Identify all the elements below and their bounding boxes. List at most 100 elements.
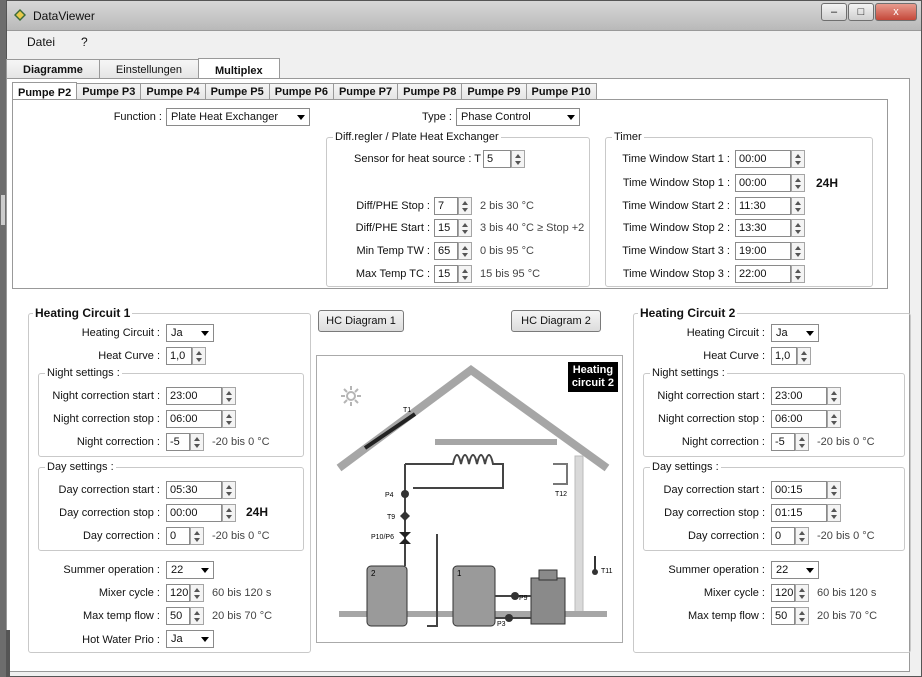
hc2-night-corr-spinner[interactable]: -5 [771, 433, 811, 451]
hc1-heat-curve-value[interactable]: 1,0 [166, 347, 192, 365]
tw-start-2-spinner[interactable]: 11:30 [735, 197, 807, 215]
tab-pumpe-p3[interactable]: Pumpe P3 [76, 83, 142, 100]
hc1-day-start-value[interactable]: 05:30 [166, 481, 222, 499]
menu-help[interactable]: ? [81, 35, 88, 49]
spin-buttons[interactable] [795, 433, 809, 451]
hc-diagram-2-button[interactable]: HC Diagram 2 [511, 310, 601, 332]
minimize-button[interactable]: – [821, 3, 847, 21]
hc2-maxflow-spinner[interactable]: 50 [771, 607, 811, 625]
spin-buttons[interactable] [791, 219, 805, 237]
spin-buttons[interactable] [827, 387, 841, 405]
hc1-mixer-value[interactable]: 120 [166, 584, 190, 602]
tab-diagramme[interactable]: Diagramme [6, 59, 100, 79]
hc1-day-start-spinner[interactable]: 05:30 [166, 481, 238, 499]
spin-buttons[interactable] [797, 347, 811, 365]
hc2-night-stop-spinner[interactable]: 06:00 [771, 410, 843, 428]
maximize-button[interactable]: □ [848, 3, 874, 21]
hc1-day-stop-spinner[interactable]: 00:00 [166, 504, 238, 522]
hc2-day-corr-value[interactable]: 0 [771, 527, 795, 545]
spin-buttons[interactable] [190, 527, 204, 545]
spin-buttons[interactable] [791, 197, 805, 215]
hc2-mixer-value[interactable]: 120 [771, 584, 795, 602]
spin-buttons[interactable] [795, 584, 809, 602]
hc1-day-corr-value[interactable]: 0 [166, 527, 190, 545]
type-select[interactable]: Phase Control [456, 108, 580, 126]
tab-pumpe-p10[interactable]: Pumpe P10 [525, 83, 597, 100]
tw-stop-1-spinner[interactable]: 00:00 [735, 174, 807, 192]
spin-buttons[interactable] [791, 150, 805, 168]
spin-buttons[interactable] [190, 607, 204, 625]
hc1-maxflow-spinner[interactable]: 50 [166, 607, 206, 625]
spin-buttons[interactable] [791, 174, 805, 192]
hc2-day-start-spinner[interactable]: 00:15 [771, 481, 843, 499]
tw-start-2-value[interactable]: 11:30 [735, 197, 791, 215]
hc1-day-corr-spinner[interactable]: 0 [166, 527, 206, 545]
hc1-day-stop-value[interactable]: 00:00 [166, 504, 222, 522]
sensor-value[interactable]: 5 [483, 150, 511, 168]
tab-einstellungen[interactable]: Einstellungen [98, 59, 199, 79]
spin-buttons[interactable] [190, 433, 204, 451]
spin-buttons[interactable] [222, 387, 236, 405]
hc2-heat-curve-value[interactable]: 1,0 [771, 347, 797, 365]
spin-buttons[interactable] [795, 607, 809, 625]
tab-pumpe-p6[interactable]: Pumpe P6 [268, 83, 334, 100]
hc2-summer-select[interactable]: 22 [771, 561, 819, 579]
hc1-night-stop-spinner[interactable]: 06:00 [166, 410, 238, 428]
spin-buttons[interactable] [827, 481, 841, 499]
tab-pumpe-p9[interactable]: Pumpe P9 [461, 83, 527, 100]
tab-multiplex[interactable]: Multiplex [197, 58, 280, 80]
sensor-spinner[interactable]: 5 [483, 150, 527, 168]
spin-buttons[interactable] [192, 347, 206, 365]
hc1-hwprio-select[interactable]: Ja [166, 630, 214, 648]
tw-start-1-value[interactable]: 00:00 [735, 150, 791, 168]
hc2-maxflow-value[interactable]: 50 [771, 607, 795, 625]
diff-stop-spinner[interactable]: 7 [434, 197, 474, 215]
tab-pumpe-p8[interactable]: Pumpe P8 [397, 83, 463, 100]
tw-stop-3-value[interactable]: 22:00 [735, 265, 791, 283]
hc2-night-stop-value[interactable]: 06:00 [771, 410, 827, 428]
tw-stop-1-value[interactable]: 00:00 [735, 174, 791, 192]
hc2-heating-circuit-select[interactable]: Ja [771, 324, 819, 342]
hc2-mixer-spinner[interactable]: 120 [771, 584, 811, 602]
min-temp-tw-value[interactable]: 65 [434, 242, 458, 260]
spin-buttons[interactable] [827, 410, 841, 428]
hc1-mixer-spinner[interactable]: 120 [166, 584, 206, 602]
tw-stop-2-value[interactable]: 13:30 [735, 219, 791, 237]
diff-start-spinner[interactable]: 15 [434, 219, 474, 237]
spin-buttons[interactable] [458, 219, 472, 237]
hc2-night-start-value[interactable]: 23:00 [771, 387, 827, 405]
hc1-maxflow-value[interactable]: 50 [166, 607, 190, 625]
spin-buttons[interactable] [458, 265, 472, 283]
spin-buttons[interactable] [511, 150, 525, 168]
hc2-heat-curve-spinner[interactable]: 1,0 [771, 347, 813, 365]
tab-pumpe-p7[interactable]: Pumpe P7 [332, 83, 399, 100]
hc1-night-stop-value[interactable]: 06:00 [166, 410, 222, 428]
menu-datei[interactable]: Datei [27, 35, 55, 49]
tw-stop-2-spinner[interactable]: 13:30 [735, 219, 807, 237]
hc2-night-corr-value[interactable]: -5 [771, 433, 795, 451]
tab-pumpe-p4[interactable]: Pumpe P4 [140, 83, 206, 100]
spin-buttons[interactable] [795, 527, 809, 545]
hc2-day-stop-spinner[interactable]: 01:15 [771, 504, 843, 522]
hc1-night-corr-value[interactable]: -5 [166, 433, 190, 451]
hc1-heat-curve-spinner[interactable]: 1,0 [166, 347, 208, 365]
spin-buttons[interactable] [222, 504, 236, 522]
hc2-day-start-value[interactable]: 00:15 [771, 481, 827, 499]
max-temp-tc-spinner[interactable]: 15 [434, 265, 474, 283]
hc1-night-start-value[interactable]: 23:00 [166, 387, 222, 405]
tab-pumpe-p5[interactable]: Pumpe P5 [204, 83, 270, 100]
max-temp-tc-value[interactable]: 15 [434, 265, 458, 283]
spin-buttons[interactable] [458, 242, 472, 260]
tw-start-1-spinner[interactable]: 00:00 [735, 150, 807, 168]
close-button[interactable]: x [875, 3, 917, 21]
spin-buttons[interactable] [190, 584, 204, 602]
spin-buttons[interactable] [791, 242, 805, 260]
hc1-night-corr-spinner[interactable]: -5 [166, 433, 206, 451]
min-temp-tw-spinner[interactable]: 65 [434, 242, 474, 260]
function-select[interactable]: Plate Heat Exchanger [166, 108, 310, 126]
spin-buttons[interactable] [222, 410, 236, 428]
tw-start-3-value[interactable]: 19:00 [735, 242, 791, 260]
hc1-summer-select[interactable]: 22 [166, 561, 214, 579]
spin-buttons[interactable] [791, 265, 805, 283]
hc2-day-corr-spinner[interactable]: 0 [771, 527, 811, 545]
